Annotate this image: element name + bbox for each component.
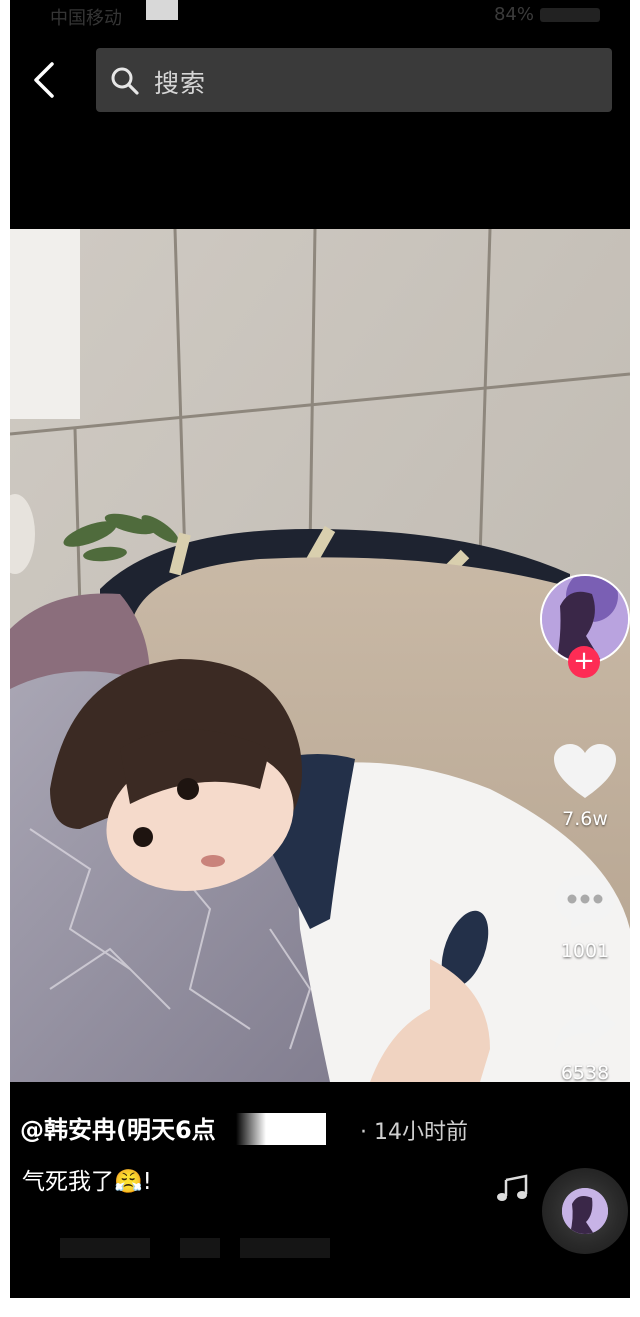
video-caption: 气死我了😤!: [22, 1169, 152, 1195]
disc-cover-image: [562, 1188, 608, 1234]
share-button[interactable]: 6538: [545, 1000, 625, 1084]
status-bar: 中国移动 84%: [10, 0, 630, 34]
phone-screen: 中国移动 84% 搜索 + 7.6w 1001 6538 @韩安冉(明天6点 ·…: [10, 0, 630, 1298]
video-player[interactable]: [10, 229, 630, 1082]
music-disc-cover: [562, 1188, 608, 1234]
redaction-fade: [236, 1113, 266, 1145]
comment-button[interactable]: 1001: [545, 872, 625, 962]
search-icon: [111, 67, 139, 95]
comment-count: 1001: [560, 940, 610, 962]
battery-label: 84%: [493, 4, 534, 25]
follow-button[interactable]: +: [568, 646, 600, 678]
chevron-left-icon: [34, 62, 54, 98]
search-input[interactable]: 搜索: [96, 48, 612, 112]
carrier-label: 中国移动: [50, 8, 122, 29]
like-count: 7.6w: [562, 808, 608, 830]
search-placeholder: 搜索: [154, 69, 207, 98]
music-note-icon: [497, 1174, 528, 1201]
battery-icon: [540, 8, 600, 22]
share-count: 6538: [560, 1062, 610, 1084]
author-name[interactable]: @韩安冉(明天6点: [20, 1110, 216, 1145]
back-button[interactable]: [28, 60, 68, 104]
like-button[interactable]: 7.6w: [545, 742, 625, 830]
comment-icon: [555, 875, 615, 930]
post-time: · 14小时前: [360, 1120, 468, 1145]
share-icon: [554, 1002, 616, 1052]
blurred-footer: [60, 1238, 330, 1258]
video-frame-image: [10, 229, 630, 1082]
heart-icon: [554, 744, 616, 798]
music-disc-button[interactable]: [542, 1168, 628, 1254]
music-note-button[interactable]: [496, 1174, 530, 1202]
status-redaction: [146, 0, 178, 20]
